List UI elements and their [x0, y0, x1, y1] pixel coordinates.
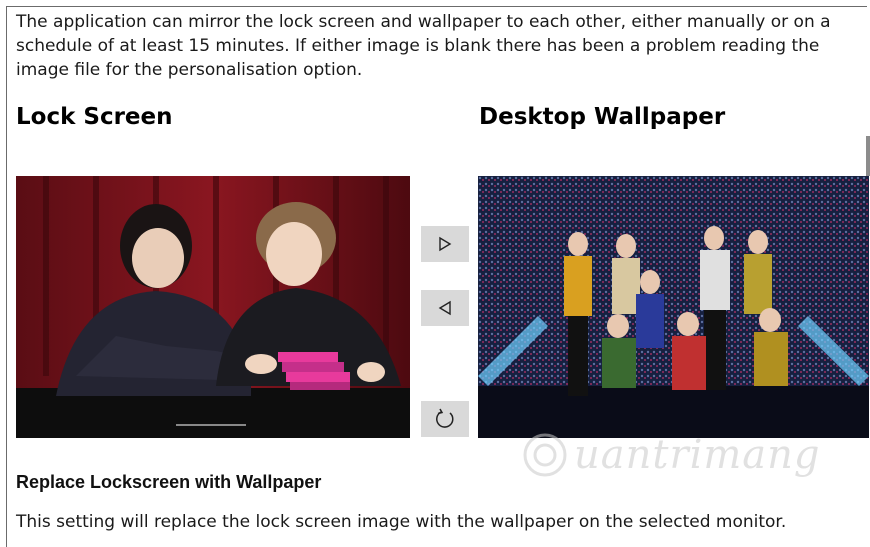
replace-lockscreen-description: This setting will replace the lock scree…	[16, 512, 787, 532]
triangle-right-icon	[439, 236, 452, 252]
app-description: The application can mirror the lock scre…	[16, 12, 831, 80]
refresh-button[interactable]	[421, 401, 469, 437]
replace-lockscreen-title: Replace Lockscreen with Wallpaper	[16, 472, 322, 492]
scrollbar-thumb[interactable]	[866, 136, 870, 176]
refresh-icon	[436, 408, 454, 428]
lock-screen-image	[16, 176, 410, 438]
watermark-text: uantrimang	[574, 432, 821, 478]
lock-screen-heading: Lock Screen	[16, 104, 173, 130]
desktop-wallpaper-image	[478, 176, 869, 438]
copy-lockscreen-to-wallpaper-button[interactable]	[421, 226, 469, 262]
copy-wallpaper-to-lockscreen-button[interactable]	[421, 290, 469, 326]
desktop-wallpaper-heading: Desktop Wallpaper	[479, 104, 726, 130]
triangle-left-icon	[438, 300, 451, 316]
watermark-logo-icon	[523, 433, 567, 477]
watermark: uantrimang	[522, 432, 821, 478]
